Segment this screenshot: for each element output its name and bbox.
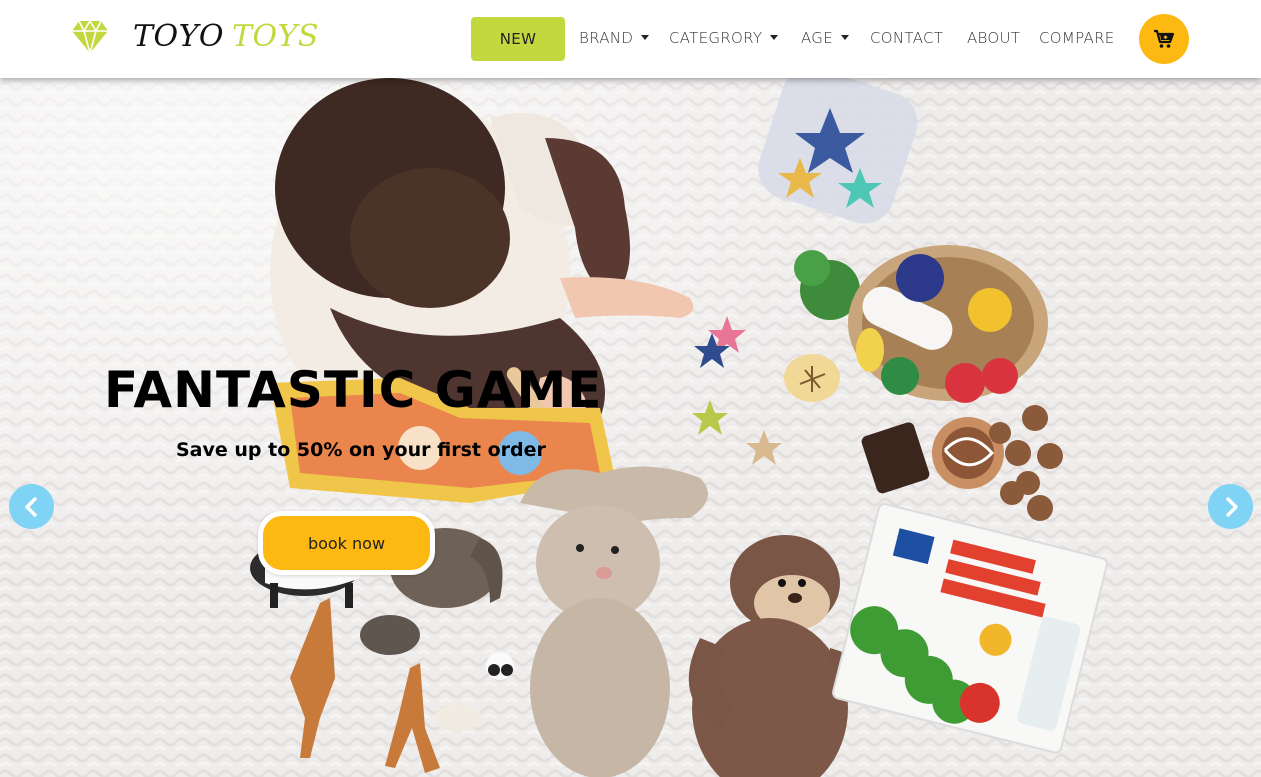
hero-headline: FANTASTIC GAME xyxy=(104,361,603,419)
nav-item-label: BRAND xyxy=(579,29,634,47)
chevron-left-icon xyxy=(24,496,37,517)
nav-item-label: CATEGRORY xyxy=(669,29,763,47)
book-now-button[interactable]: book now xyxy=(258,511,435,575)
caret-down-icon xyxy=(841,34,849,40)
carousel-prev-button[interactable] xyxy=(9,484,54,529)
hero-subline: Save up to 50% on your first order xyxy=(176,439,546,461)
nav-item-age[interactable]: AGE xyxy=(801,27,849,49)
cart-icon xyxy=(1154,29,1175,48)
hero-carousel: FANTASTIC GAME Save up to 50% on your fi… xyxy=(0,78,1261,777)
caret-down-icon xyxy=(770,34,779,40)
brand-word-2: TOYS xyxy=(232,19,319,54)
nav-item-brand[interactable]: BRAND xyxy=(579,27,650,49)
nav-item-compare[interactable]: COMPARE xyxy=(1039,27,1115,49)
cart-button[interactable] xyxy=(1139,14,1189,64)
nav-new-button[interactable]: NEW xyxy=(471,17,565,61)
nav-item-about[interactable]: ABOUT xyxy=(967,27,1020,49)
nav-item-label: COMPARE xyxy=(1039,29,1115,47)
navbar: TOYO TOYS NEW BRAND CATEGRORY AGE CONTACT… xyxy=(0,0,1261,78)
nav-item-label: CONTACT xyxy=(870,29,944,47)
nav-item-category[interactable]: CATEGRORY xyxy=(669,27,779,49)
chevron-right-icon xyxy=(1225,496,1238,517)
caret-down-icon xyxy=(641,34,650,40)
hero-background-image xyxy=(0,78,1261,777)
nav-item-contact[interactable]: CONTACT xyxy=(870,27,943,49)
nav-item-label: AGE xyxy=(801,29,833,47)
diamond-icon[interactable] xyxy=(71,20,109,54)
carousel-next-button[interactable] xyxy=(1208,484,1253,529)
brand-word-1: TOYO xyxy=(133,19,225,54)
nav-item-label: ABOUT xyxy=(967,29,1021,47)
brand-logo[interactable]: TOYO TOYS xyxy=(133,19,319,54)
